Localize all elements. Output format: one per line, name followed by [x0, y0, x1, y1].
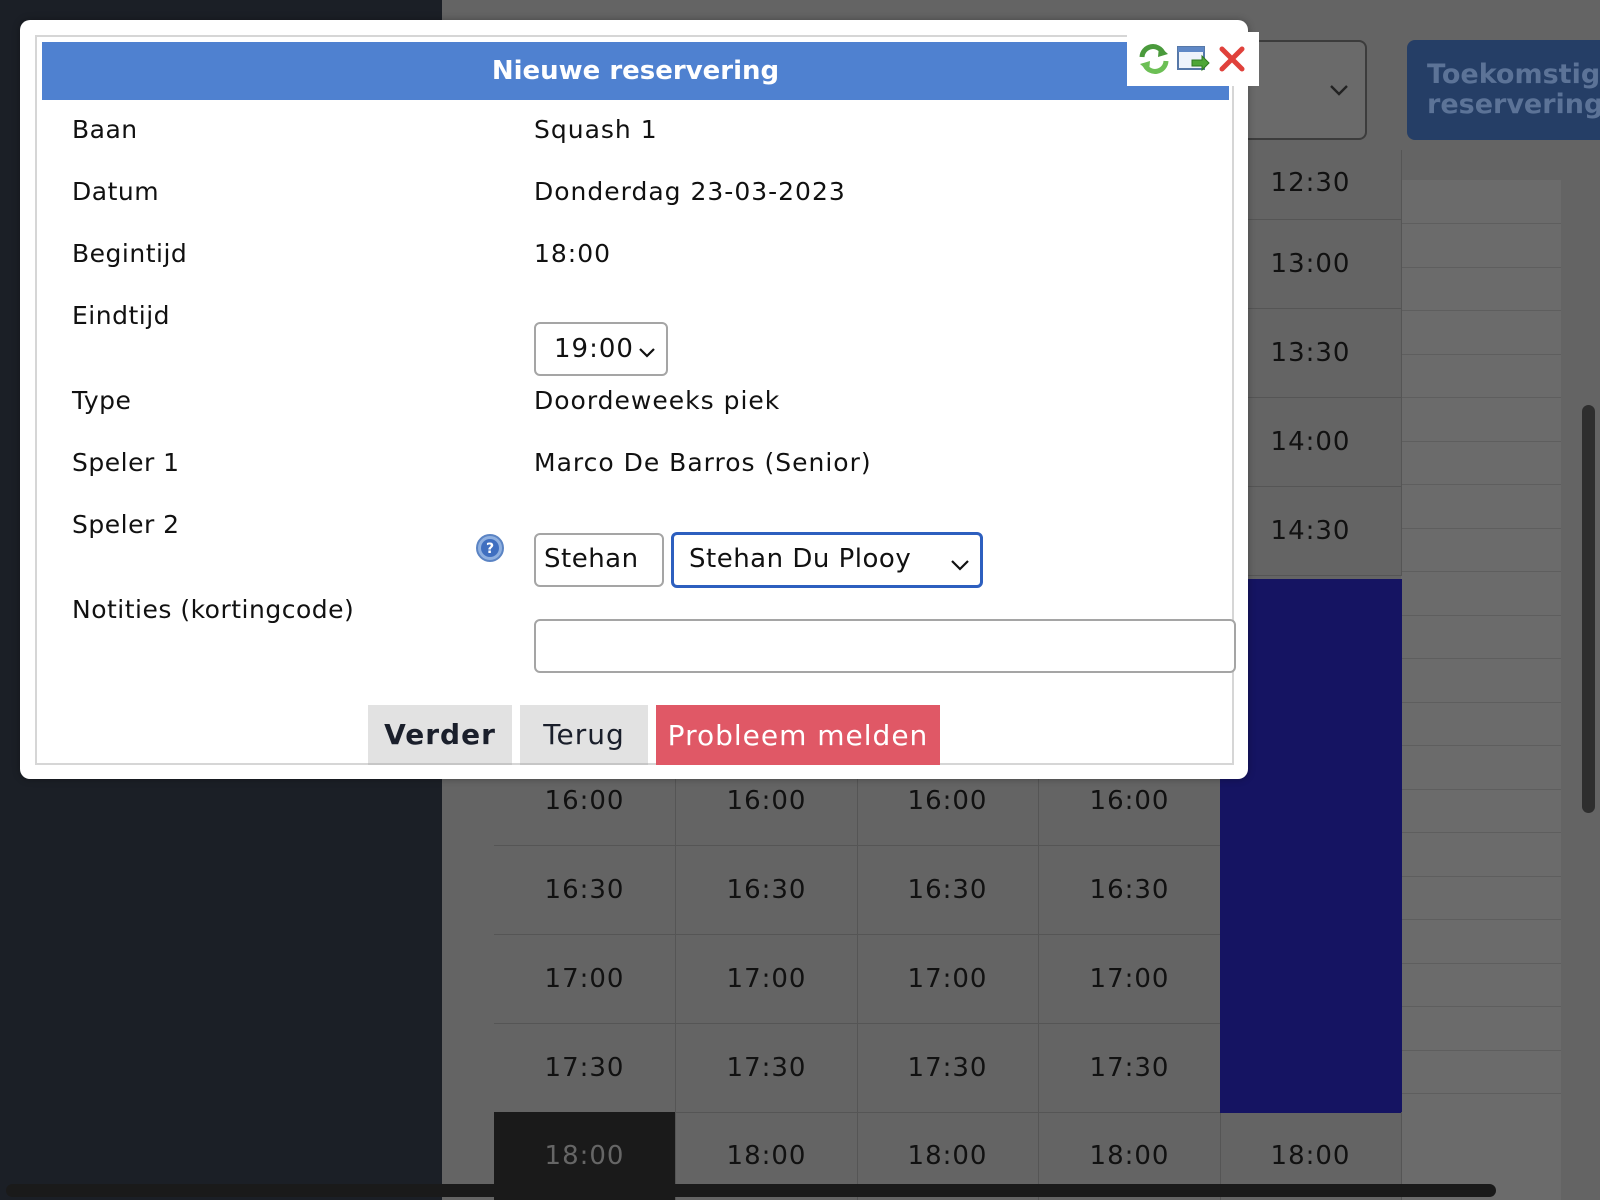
player2-label: Speler 2	[72, 510, 180, 539]
new-window-icon[interactable]	[1175, 41, 1211, 77]
end-time-select[interactable]: 19:00	[534, 322, 668, 376]
close-icon[interactable]	[1214, 41, 1250, 77]
time-slot[interactable]: 16:30	[1039, 846, 1221, 935]
player1-value: Marco De Barros (Senior)	[534, 448, 872, 477]
end-time-label: Eindtijd	[72, 301, 171, 330]
dialog-toolbar	[1127, 32, 1259, 86]
player2-selected: Stehan Du Plooy	[689, 544, 912, 574]
chevron-down-icon	[1329, 78, 1349, 103]
booked-slot	[1220, 935, 1402, 1024]
booked-slot	[1220, 846, 1402, 935]
continue-button[interactable]: Verder	[368, 705, 512, 765]
court-value: Squash 1	[534, 115, 658, 144]
type-label: Type	[72, 386, 132, 415]
time-slot[interactable]: 17:00	[494, 935, 676, 1024]
future-reservations-button[interactable]: Toekomstige reserveringen	[1407, 40, 1600, 140]
time-slot[interactable]: 17:30	[676, 1024, 858, 1113]
player2-search-text: Stehan	[544, 544, 639, 574]
notes-label: Notities (kortingcode)	[72, 595, 355, 624]
dialog-title: Nieuwe reservering	[42, 42, 1229, 100]
time-slot[interactable]: 17:00	[676, 935, 858, 1024]
help-icon[interactable]: ?	[475, 533, 505, 563]
refresh-icon[interactable]	[1136, 41, 1172, 77]
time-slot[interactable]: 17:00	[857, 935, 1039, 1024]
type-value: Doordeweeks piek	[534, 386, 781, 415]
date-value: Donderdag 23-03-2023	[534, 177, 846, 206]
chevron-down-icon	[638, 336, 656, 366]
time-slot[interactable]: 17:00	[1039, 935, 1221, 1024]
empty-court-column	[1401, 180, 1561, 1200]
time-slot[interactable]: 17:30	[857, 1024, 1039, 1113]
horizontal-scrollbar[interactable]	[6, 1184, 1496, 1197]
report-problem-button[interactable]: Probleem melden	[656, 705, 940, 765]
start-time-value: 18:00	[534, 239, 612, 268]
end-time-selected: 19:00	[554, 334, 634, 364]
chevron-down-icon	[950, 548, 970, 578]
court-label: Baan	[72, 115, 138, 144]
svg-text:?: ?	[486, 541, 494, 557]
time-slot[interactable]: 17:30	[494, 1024, 676, 1113]
time-slot[interactable]: 16:30	[857, 846, 1039, 935]
date-label: Datum	[72, 177, 160, 206]
dialog-title-text: Nieuwe reservering	[491, 56, 780, 86]
time-slot[interactable]: 17:30	[1039, 1024, 1221, 1113]
start-time-label: Begintijd	[72, 239, 188, 268]
time-slot[interactable]: 16:30	[676, 846, 858, 935]
time-slot[interactable]: 16:30	[494, 846, 676, 935]
notes-input[interactable]	[534, 619, 1236, 673]
vertical-scrollbar[interactable]	[1582, 405, 1595, 813]
player1-label: Speler 1	[72, 448, 180, 477]
booked-slot	[1220, 1024, 1402, 1113]
player2-select[interactable]: Stehan Du Plooy	[671, 532, 983, 588]
player2-search-input[interactable]: Stehan	[534, 533, 664, 587]
back-button[interactable]: Terug	[520, 705, 648, 765]
new-reservation-dialog: Nieuwe reservering Baan Squash 1 Datum D…	[20, 20, 1259, 779]
